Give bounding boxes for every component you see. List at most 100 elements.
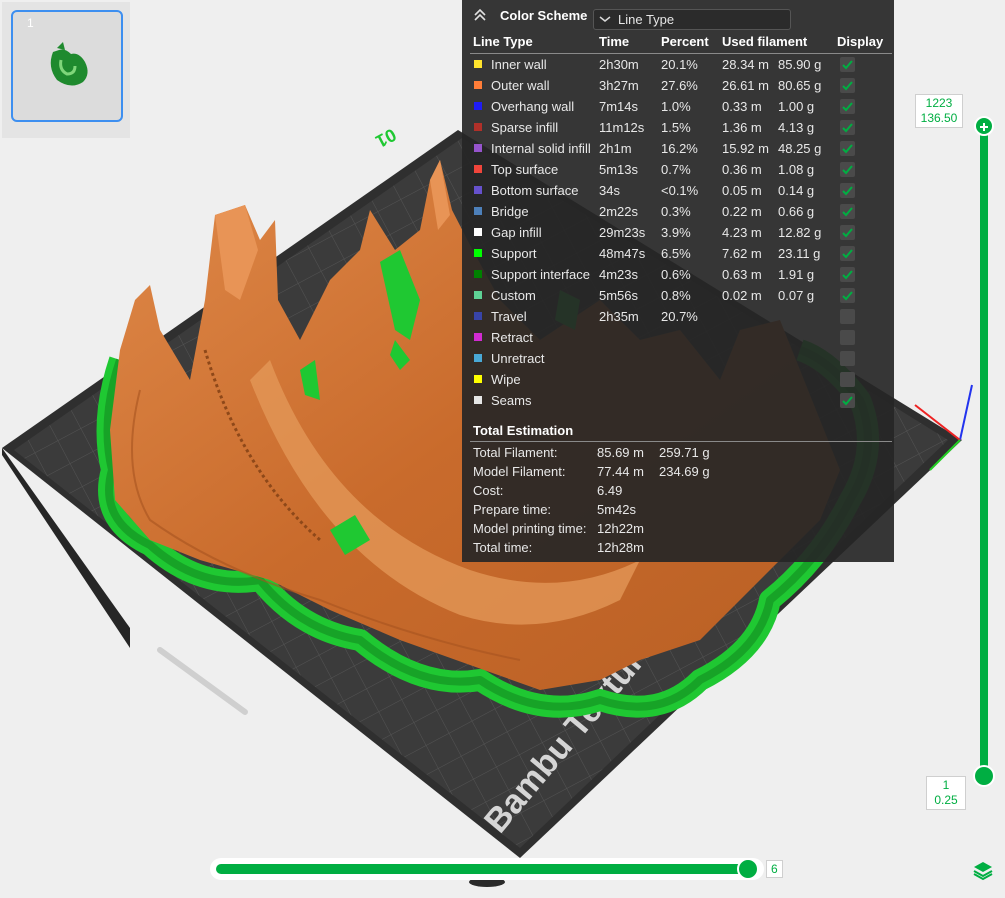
legend-cell-weight: 4.13 g <box>778 120 815 135</box>
legend-cell-weight: 1.91 g <box>778 267 815 282</box>
legend-cell-name: Travel <box>491 309 527 324</box>
total-cell-label: Total Filament: <box>473 445 558 460</box>
plate-number: 1 <box>27 16 34 30</box>
legend-row[interactable]: Outer wall 3h27m 27.6% 26.61 m 80.65 g <box>462 75 894 96</box>
display-checkbox[interactable] <box>840 267 855 282</box>
legend-cell-weight: 0.14 g <box>778 183 815 198</box>
layers-icon[interactable] <box>972 859 994 881</box>
total-row: Cost: 6.49 <box>462 481 894 500</box>
layer-slider-track[interactable] <box>980 126 988 778</box>
display-checkbox[interactable] <box>840 372 855 387</box>
check-icon <box>842 81 853 91</box>
legend-cell-time: 5m13s <box>599 162 639 177</box>
legend-cell-time: 48m47s <box>599 246 646 261</box>
display-checkbox[interactable] <box>840 120 855 135</box>
color-swatch <box>474 291 482 299</box>
color-swatch <box>474 333 482 341</box>
display-checkbox[interactable] <box>840 204 855 219</box>
column-header-line-type: Line Type <box>473 34 533 49</box>
legend-row[interactable]: Bottom surface 34s <0.1% 0.05 m 0.14 g <box>462 180 894 201</box>
legend-cell-percent: 16.2% <box>661 141 698 156</box>
legend-row[interactable]: Sparse infill 11m12s 1.5% 1.36 m 4.13 g <box>462 117 894 138</box>
legend-cell-length: 1.36 m <box>722 120 762 135</box>
chevron-down-icon <box>599 16 611 22</box>
color-swatch <box>474 165 482 173</box>
column-header-display: Display <box>837 34 884 49</box>
legend-cell-time: 2h1m <box>599 141 632 156</box>
legend-cell-weight: 1.08 g <box>778 162 815 177</box>
legend-row[interactable]: Seams <box>462 390 894 411</box>
display-checkbox[interactable] <box>840 183 855 198</box>
display-checkbox[interactable] <box>840 246 855 261</box>
collapse-up-icon[interactable] <box>473 8 487 22</box>
legend-row[interactable]: Unretract <box>462 348 894 369</box>
plate-thumbnail[interactable]: 1 <box>11 10 123 122</box>
legend-cell-name: Internal solid infill <box>491 141 591 156</box>
legend-cell-length: 28.34 m <box>722 57 769 72</box>
layer-top-number: 1223 <box>925 96 953 110</box>
legend-row[interactable]: Gap infill 29m23s 3.9% 4.23 m 12.82 g <box>462 222 894 243</box>
check-icon <box>842 291 853 301</box>
display-checkbox[interactable] <box>840 309 855 324</box>
legend-cell-time: 3h27m <box>599 78 639 93</box>
display-checkbox[interactable] <box>840 99 855 114</box>
legend-cell-percent: 1.5% <box>661 120 691 135</box>
layer-bottom-number: 1 <box>942 778 950 792</box>
column-header-used-filament: Used filament <box>722 34 808 49</box>
legend-cell-percent: 0.3% <box>661 204 691 219</box>
legend-cell-length: 15.92 m <box>722 141 769 156</box>
legend-cell-percent: 0.7% <box>661 162 691 177</box>
legend-cell-percent: 1.0% <box>661 99 691 114</box>
color-swatch <box>474 60 482 68</box>
check-icon <box>842 396 853 406</box>
display-checkbox[interactable] <box>840 288 855 303</box>
legend-panel: Color Scheme Line Type Line Type Time Pe… <box>462 0 894 562</box>
total-row: Total time: 12h28m <box>462 538 894 557</box>
legend-row[interactable]: Support 48m47s 6.5% 7.62 m 23.11 g <box>462 243 894 264</box>
color-swatch <box>474 375 482 383</box>
display-checkbox[interactable] <box>840 330 855 345</box>
legend-row[interactable]: Retract <box>462 327 894 348</box>
color-scheme-dropdown[interactable]: Line Type <box>593 9 791 30</box>
plate-list: 1 <box>2 2 130 138</box>
legend-cell-name: Retract <box>491 330 533 345</box>
move-slider-handle[interactable] <box>737 858 759 880</box>
display-checkbox[interactable] <box>840 225 855 240</box>
color-swatch <box>474 207 482 215</box>
legend-row[interactable]: Custom 5m56s 0.8% 0.02 m 0.07 g <box>462 285 894 306</box>
color-swatch <box>474 249 482 257</box>
legend-cell-name: Bridge <box>491 204 529 219</box>
display-checkbox[interactable] <box>840 57 855 72</box>
legend-row[interactable]: Support interface 4m23s 0.6% 0.63 m 1.91 g <box>462 264 894 285</box>
legend-cell-time: 2h30m <box>599 57 639 72</box>
total-estimation-title: Total Estimation <box>473 423 574 438</box>
legend-row[interactable]: Top surface 5m13s 0.7% 0.36 m 1.08 g <box>462 159 894 180</box>
move-slider-value: 6 <box>766 860 783 878</box>
display-checkbox[interactable] <box>840 78 855 93</box>
legend-cell-weight: 48.25 g <box>778 141 822 156</box>
total-cell-label: Model Filament: <box>473 464 566 479</box>
legend-row[interactable]: Inner wall 2h30m 20.1% 28.34 m 85.90 g <box>462 54 894 75</box>
layer-slider-top-handle[interactable] <box>974 116 994 136</box>
legend-cell-length: 0.33 m <box>722 99 762 114</box>
color-swatch <box>474 186 482 194</box>
color-swatch <box>474 228 482 236</box>
layer-slider-bottom-handle[interactable] <box>973 765 995 787</box>
legend-cell-name: Unretract <box>491 351 545 366</box>
check-icon <box>842 186 853 196</box>
legend-row[interactable]: Internal solid infill 2h1m 16.2% 15.92 m 48.… <box>462 138 894 159</box>
legend-cell-percent: 20.1% <box>661 57 698 72</box>
total-cell-value: 6.49 <box>597 483 623 498</box>
legend-row[interactable]: Travel 2h35m 20.7% <box>462 306 894 327</box>
legend-row[interactable]: Bridge 2m22s 0.3% 0.22 m 0.66 g <box>462 201 894 222</box>
legend-cell-time: 7m14s <box>599 99 639 114</box>
legend-row[interactable]: Wipe <box>462 369 894 390</box>
legend-cell-time: 34s <box>599 183 620 198</box>
legend-cell-name: Support interface <box>491 267 591 282</box>
display-checkbox[interactable] <box>840 162 855 177</box>
legend-row[interactable]: Overhang wall 7m14s 1.0% 0.33 m 1.00 g <box>462 96 894 117</box>
display-checkbox[interactable] <box>840 393 855 408</box>
display-checkbox[interactable] <box>840 351 855 366</box>
display-checkbox[interactable] <box>840 141 855 156</box>
column-header-percent: Percent <box>661 34 709 49</box>
